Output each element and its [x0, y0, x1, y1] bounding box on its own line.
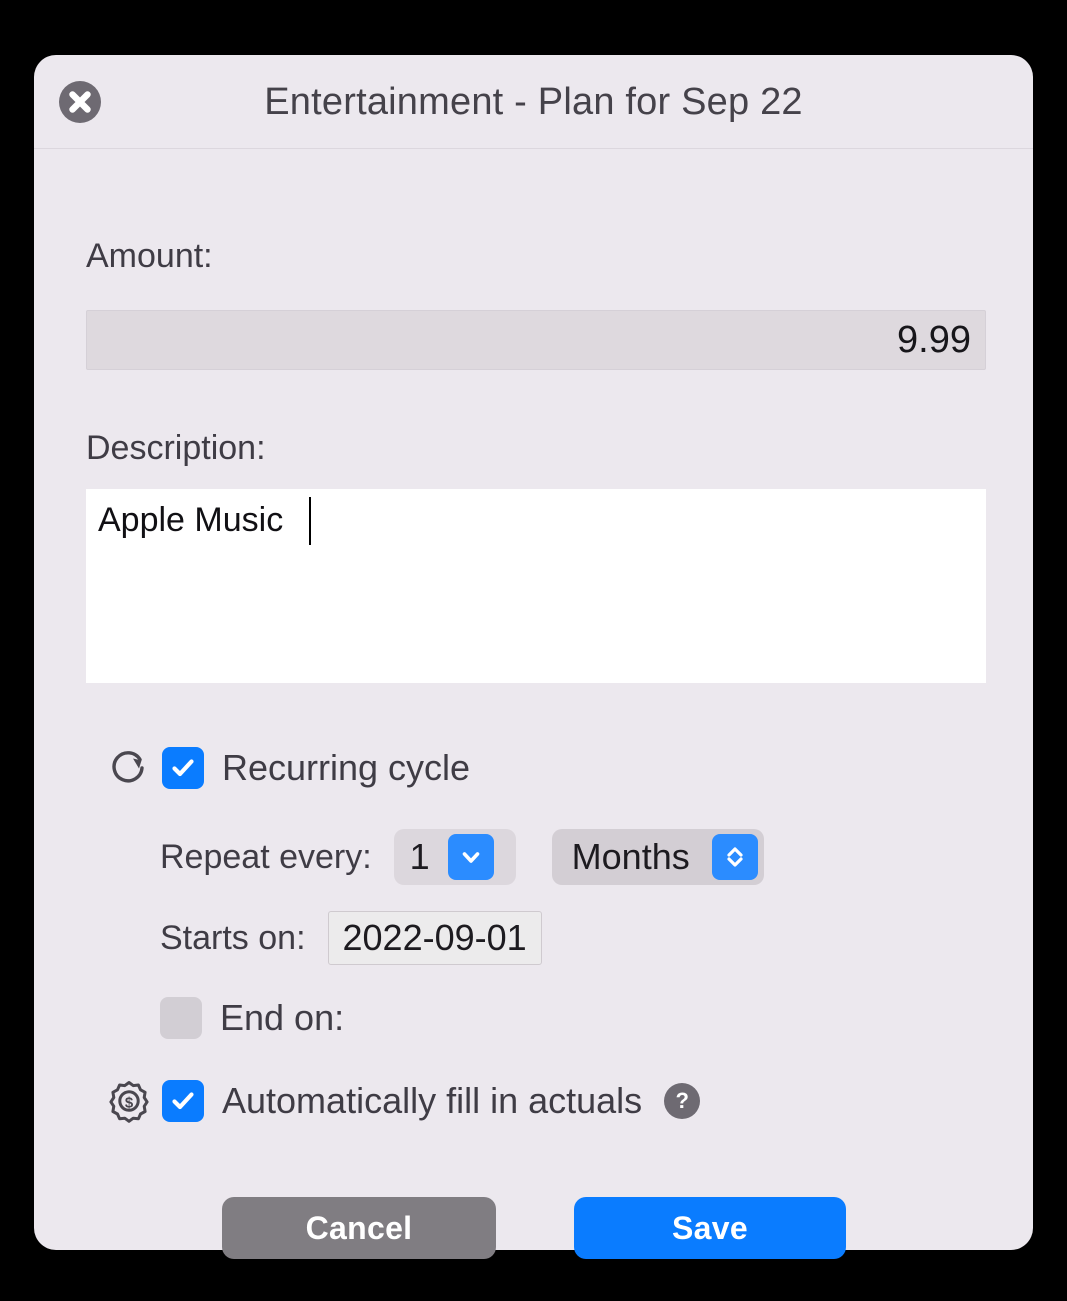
gear-dollar-icon: $ [104, 1079, 154, 1123]
autofill-actuals-checkbox[interactable] [162, 1080, 204, 1122]
starts-on-label: Starts on: [160, 918, 306, 957]
repeat-unit-stepper[interactable]: Months [551, 829, 764, 885]
repeat-count-value: 1 [409, 836, 430, 877]
repeat-every-row: Repeat every: 1 Months [160, 829, 764, 885]
refresh-cycle-icon [104, 746, 154, 790]
recurring-cycle-row: Recurring cycle [104, 746, 470, 790]
chevron-down-icon[interactable] [447, 834, 494, 880]
repeat-count-select[interactable]: 1 [393, 829, 516, 885]
repeat-unit-value: Months [571, 836, 690, 877]
amount-label: Amount: [86, 237, 213, 275]
end-on-label: End on: [220, 997, 345, 1038]
recurring-cycle-checkbox[interactable] [162, 747, 204, 789]
titlebar: Entertainment - Plan for Sep 22 [34, 55, 1033, 149]
starts-on-date-field[interactable]: 2022-09-01 [327, 911, 542, 965]
recurring-cycle-label: Recurring cycle [222, 747, 471, 788]
screen: Entertainment - Plan for Sep 22 Amount: … [0, 0, 1067, 1301]
chevron-up-down-icon[interactable] [711, 834, 758, 880]
help-circle-icon[interactable]: ? [664, 1083, 701, 1119]
end-on-checkbox[interactable] [160, 997, 202, 1039]
description-input[interactable] [86, 489, 986, 683]
repeat-every-label: Repeat every: [160, 837, 372, 876]
plan-editor-popover: Entertainment - Plan for Sep 22 Amount: … [34, 55, 1033, 1259]
autofill-actuals-row: $ Automatically fill in actuals ? [104, 1079, 701, 1123]
cancel-button[interactable]: Cancel [222, 1197, 496, 1259]
end-on-row: End on: [160, 997, 344, 1039]
starts-on-row: Starts on: 2022-09-01 [160, 911, 542, 965]
amount-input[interactable] [86, 310, 986, 370]
text-cursor [309, 497, 311, 545]
save-button[interactable]: Save [574, 1197, 846, 1259]
autofill-actuals-label: Automatically fill in actuals [222, 1080, 643, 1121]
page-title: Entertainment - Plan for Sep 22 [264, 81, 803, 123]
description-label: Description: [86, 429, 266, 467]
svg-text:$: $ [125, 1095, 134, 1112]
